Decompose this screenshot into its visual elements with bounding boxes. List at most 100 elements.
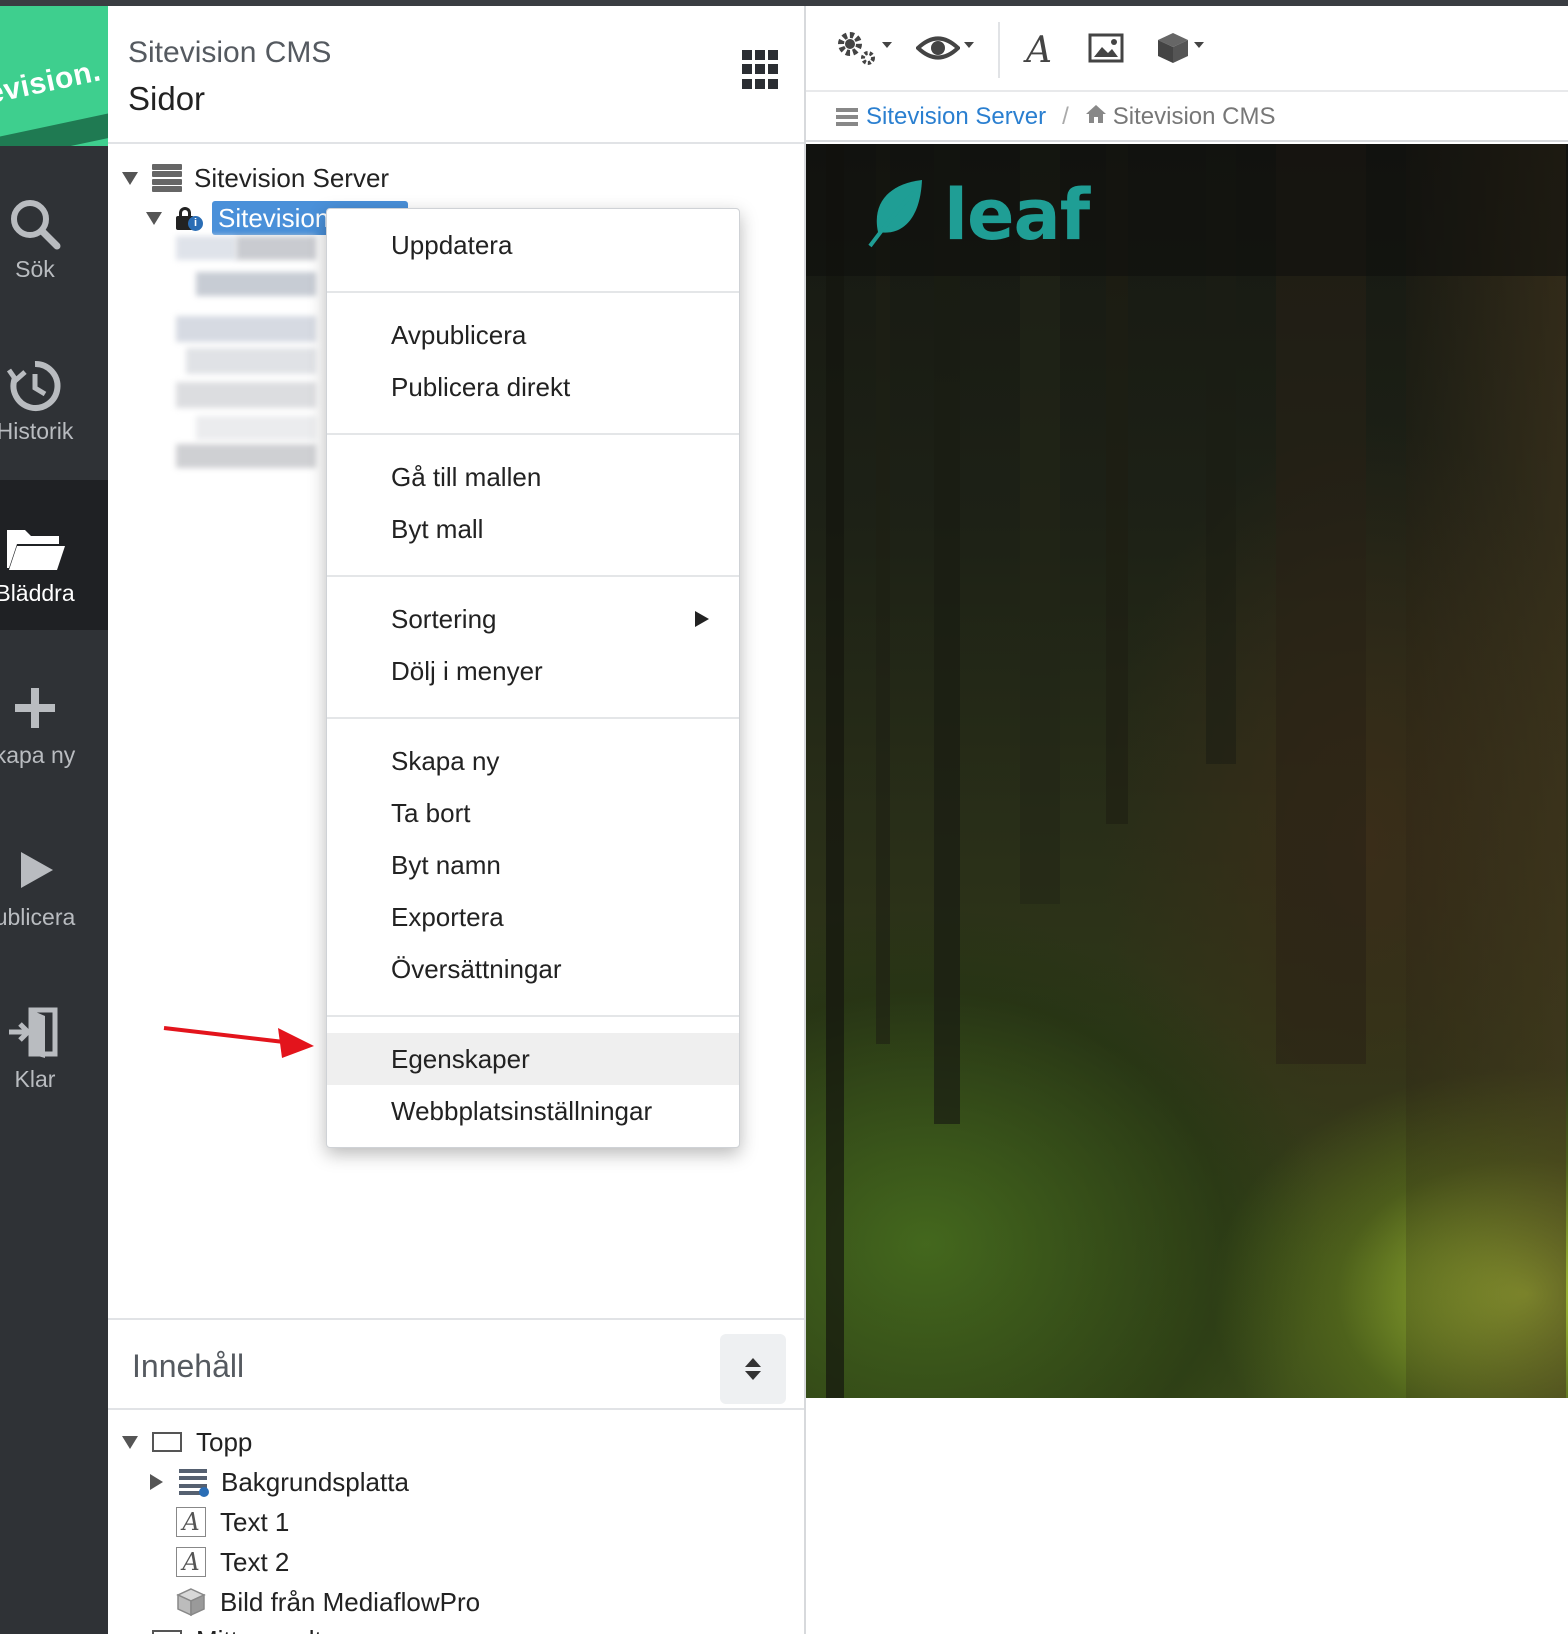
content-node-label: Topp — [196, 1426, 253, 1457]
menu-item-change-template[interactable]: Byt mall — [327, 503, 739, 555]
content-node-label: Text 1 — [220, 1506, 290, 1537]
rail-item-publish[interactable]: ublicera — [0, 804, 108, 954]
content-node-label: Bild från MediaflowPro — [220, 1586, 481, 1617]
breadcrumb: Sitevision Server / Sitevision CMS — [806, 94, 1568, 142]
module-dropdown-button[interactable] — [1156, 28, 1204, 72]
expand-toggle-icon[interactable] — [122, 1435, 138, 1449]
text-module-icon: A — [176, 1547, 206, 1577]
app-name: Sitevision CMS — [128, 36, 332, 69]
content-section-header: Innehåll — [108, 1318, 804, 1410]
menu-item-unpublish[interactable]: Avpublicera — [327, 309, 739, 361]
menu-divider — [327, 717, 739, 719]
cube-icon — [176, 1587, 206, 1617]
rail-item-search[interactable]: Sök — [0, 156, 108, 306]
content-node-middle-column[interactable]: Mittenspalt — [122, 1622, 322, 1634]
menu-item-export[interactable]: Exportera — [327, 891, 739, 943]
menu-item-rename[interactable]: Byt namn — [327, 839, 739, 891]
menu-item-update[interactable]: Uppdatera — [327, 219, 739, 271]
eye-icon — [915, 33, 961, 68]
folder-icon — [0, 518, 70, 585]
page-preview[interactable]: leaf — [806, 144, 1568, 1398]
tree-node-server[interactable]: Sitevision Server — [122, 160, 389, 196]
chevron-down-icon — [964, 42, 974, 48]
menu-item-publish-now[interactable]: Publicera direkt — [327, 361, 739, 413]
rail-item-label: Sök — [15, 256, 55, 282]
menu-item-translations[interactable]: Översättningar — [327, 943, 739, 995]
context-menu: Uppdatera Avpublicera Publicera direkt G… — [326, 208, 740, 1148]
gears-icon — [834, 28, 878, 73]
content-node-text2[interactable]: A Text 2 — [176, 1544, 289, 1580]
settings-dropdown-button[interactable] — [834, 28, 892, 72]
chevron-down-icon — [882, 42, 892, 48]
preview-dropdown-button[interactable] — [915, 28, 974, 72]
menu-item-delete[interactable]: Ta bort — [327, 787, 739, 839]
expand-toggle-icon[interactable] — [122, 171, 138, 185]
rail-item-history[interactable]: Historik — [0, 318, 108, 468]
content-node-label: Mittenspalt — [196, 1625, 322, 1634]
image-tool-button[interactable] — [1088, 28, 1124, 72]
content-node-top[interactable]: Topp — [122, 1424, 252, 1460]
apps-grid-icon[interactable] — [742, 50, 782, 90]
sort-toggle-button[interactable] — [720, 1334, 786, 1404]
rail-item-label: ublicera — [0, 904, 76, 930]
server-icon — [152, 164, 182, 192]
sort-up-icon — [745, 1358, 761, 1367]
content-node-background[interactable]: Bakgrundsplatta — [150, 1464, 409, 1500]
content-node-text1[interactable]: A Text 1 — [176, 1504, 289, 1540]
plus-icon — [0, 680, 70, 747]
breadcrumb-server-link[interactable]: Sitevision Server — [866, 103, 1046, 131]
menu-item-properties[interactable]: Egenskaper — [327, 1033, 739, 1085]
sitevision-logo[interactable]: evision. — [0, 6, 108, 146]
panel-title: Sidor — [128, 80, 206, 117]
leaf-logo-text: leaf — [944, 174, 1090, 256]
panel-header: Sitevision CMS Sidor — [108, 6, 804, 144]
menu-divider — [327, 575, 739, 577]
rail-item-label: kapa ny — [0, 742, 76, 768]
expand-toggle-icon[interactable] — [150, 1474, 163, 1490]
chevron-down-icon — [1194, 42, 1204, 48]
text-icon: A — [1026, 29, 1052, 71]
menu-item-site-settings[interactable]: Webbplatsinställningar — [327, 1085, 739, 1137]
exit-icon — [0, 1004, 70, 1071]
annotation-arrow-icon — [160, 1018, 320, 1062]
menu-item-go-to-template[interactable]: Gå till mallen — [327, 451, 739, 503]
left-rail: evision. Sök Historik Bläddra kapa ny ub… — [0, 6, 108, 1634]
history-icon — [0, 356, 70, 427]
sort-down-icon — [745, 1371, 761, 1380]
expand-toggle-icon[interactable] — [146, 211, 162, 225]
menu-item-label: Sortering — [391, 604, 497, 634]
pixelated-tree-items — [176, 236, 324, 476]
rail-item-done[interactable]: Klar — [0, 966, 108, 1116]
locked-site-icon: i — [176, 204, 204, 232]
image-icon — [1088, 33, 1124, 68]
home-icon — [1085, 103, 1107, 131]
logo-text: evision. — [0, 54, 104, 111]
toolbar-divider — [998, 22, 1000, 78]
rail-item-label: Historik — [0, 418, 74, 444]
breadcrumb-current: Sitevision CMS — [1112, 103, 1276, 130]
content-node-label: Bakgrundsplatta — [221, 1466, 409, 1497]
play-icon — [0, 842, 70, 909]
layout-box-icon — [152, 1432, 182, 1452]
leaf-logo[interactable]: leaf — [868, 174, 1090, 256]
menu-item-create-new[interactable]: Skapa ny — [327, 735, 739, 787]
menu-item-sorting[interactable]: Sortering — [327, 593, 739, 645]
rail-item-browse[interactable]: Bläddra — [0, 480, 108, 630]
breadcrumb-separator: / — [1062, 103, 1069, 130]
leaf-icon — [868, 178, 928, 253]
editor-toolbar: A — [806, 6, 1568, 92]
tree-node-label: Sitevision Server — [194, 162, 390, 193]
text-module-icon: A — [176, 1507, 206, 1537]
menu-divider — [327, 291, 739, 293]
menu-divider — [327, 1015, 739, 1017]
rail-item-label: Bläddra — [0, 580, 75, 606]
content-node-label: Text 2 — [220, 1546, 290, 1577]
menu-item-hide-in-menus[interactable]: Dölj i menyer — [327, 645, 739, 697]
rail-item-create[interactable]: kapa ny — [0, 642, 108, 792]
preview-below-area — [806, 1398, 1568, 1634]
menu-divider — [327, 433, 739, 435]
content-node-image[interactable]: Bild från MediaflowPro — [176, 1584, 480, 1620]
logo-stripe — [0, 107, 108, 146]
text-tool-button[interactable]: A — [1026, 28, 1052, 72]
cube-icon — [1156, 31, 1190, 70]
